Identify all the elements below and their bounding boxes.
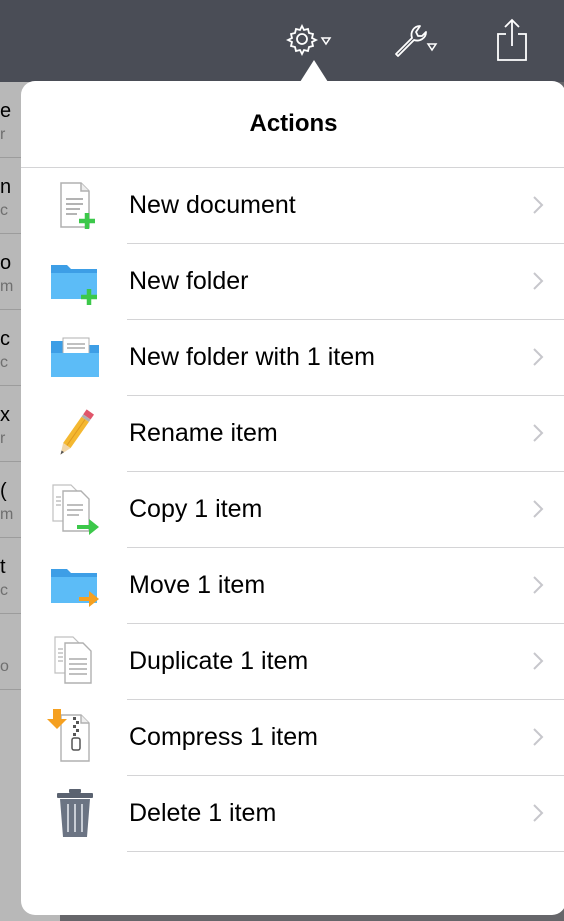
chevron-right-icon — [533, 196, 544, 214]
wrench-icon[interactable] — [390, 20, 446, 65]
compress-icon — [47, 709, 103, 765]
action-copy-item[interactable]: Copy 1 item — [52, 472, 564, 548]
chevron-right-icon — [533, 424, 544, 442]
action-rename-item[interactable]: Rename item — [60, 396, 564, 472]
action-new-folder[interactable]: New folder — [51, 244, 564, 320]
action-label: New folder with 1 item — [129, 343, 375, 371]
chevron-right-icon — [533, 728, 544, 746]
popover-title: Actions — [21, 81, 564, 168]
chevron-right-icon — [533, 272, 544, 290]
new-document-icon — [47, 177, 103, 233]
action-label: Duplicate 1 item — [129, 647, 309, 675]
share-icon[interactable] — [492, 16, 532, 69]
action-duplicate-item[interactable]: Duplicate 1 item — [54, 624, 564, 700]
action-label: Copy 1 item — [129, 495, 263, 523]
gear-icon[interactable] — [285, 20, 342, 65]
action-label: New folder — [129, 267, 249, 295]
action-new-document[interactable]: New document — [60, 168, 564, 244]
action-delete-item[interactable]: Delete 1 item — [57, 776, 564, 852]
chevron-right-icon — [533, 500, 544, 518]
duplicate-icon — [47, 633, 103, 689]
move-folder-icon — [47, 557, 103, 613]
action-new-folder-with-item[interactable]: New folder with 1 item — [51, 320, 564, 396]
trash-icon — [47, 785, 103, 841]
action-label: Compress 1 item — [129, 723, 318, 751]
action-label: Rename item — [129, 419, 278, 447]
chevron-right-icon — [533, 804, 544, 822]
action-label: Move 1 item — [129, 571, 266, 599]
action-move-item[interactable]: Move 1 item — [51, 548, 564, 624]
chevron-right-icon — [533, 652, 544, 670]
pencil-icon — [47, 405, 103, 461]
top-toolbar — [0, 0, 564, 82]
copy-icon — [47, 481, 103, 537]
chevron-right-icon — [533, 348, 544, 366]
actions-popover: Actions New document New folder New fold… — [21, 81, 564, 915]
folder-with-item-icon — [47, 329, 103, 385]
popover-arrow — [300, 60, 328, 82]
action-label: New document — [129, 191, 296, 219]
new-folder-icon — [47, 253, 103, 309]
action-compress-item[interactable]: Compress 1 item — [47, 700, 564, 776]
chevron-right-icon — [533, 576, 544, 594]
action-label: Delete 1 item — [129, 799, 277, 827]
